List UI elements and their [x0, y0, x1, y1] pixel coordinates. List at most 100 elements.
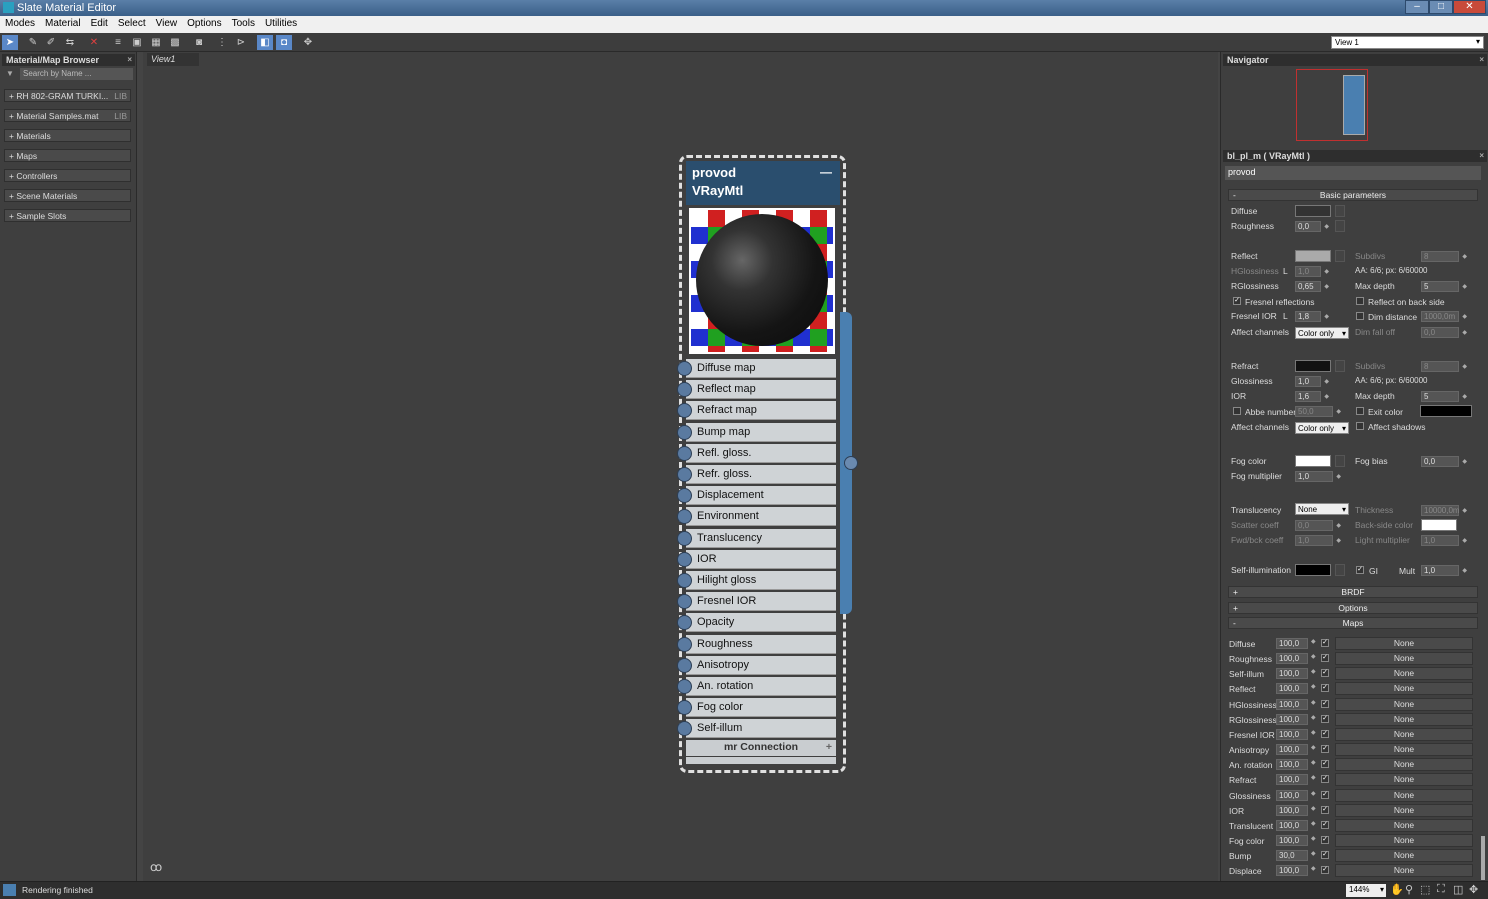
move-children-icon[interactable]: ▦ [148, 35, 164, 50]
map-slot-button[interactable]: None [1335, 652, 1473, 666]
map-amount-spinner[interactable]: 100,0 [1276, 638, 1308, 649]
split-icon[interactable]: ⋮ [214, 35, 230, 50]
map-amount-spinner[interactable]: 100,0 [1276, 819, 1308, 831]
fogmult-spinner[interactable]: 1,0 ◆ [1295, 471, 1341, 482]
map-amount-spinner[interactable]: 100,0 [1276, 804, 1308, 816]
map-enable-checkbox[interactable]: ✓ [1321, 790, 1329, 799]
ior-spinner[interactable]: 1,6 ◆ [1295, 391, 1329, 402]
translucency-select[interactable]: None ▾ [1295, 503, 1349, 515]
node-slot[interactable]: Roughness [686, 634, 836, 654]
binoculars-icon[interactable]: ꚙ [150, 860, 162, 874]
map-slot-button[interactable]: None [1335, 727, 1473, 741]
node-slot[interactable]: Fog color [686, 698, 836, 718]
map-enable-checkbox[interactable]: ✓ [1321, 760, 1329, 769]
spinner-arrows-icon[interactable]: ◆ [1311, 805, 1316, 812]
map-amount-spinner[interactable]: 100,0 [1276, 683, 1308, 695]
subdivs-spinner[interactable]: 8 ◆ [1421, 251, 1467, 262]
input-socket[interactable] [677, 361, 692, 376]
map-enable-checkbox[interactable]: ✓ [1321, 745, 1329, 754]
minimize-button[interactable]: – [1405, 0, 1429, 14]
node-resize-grip[interactable] [686, 757, 836, 764]
spinner-arrows-icon[interactable]: ◆ [1311, 714, 1316, 721]
selfillum-swatch[interactable] [1295, 564, 1331, 576]
search-input[interactable]: Search by Name ... [20, 68, 133, 80]
roughness-spinner[interactable]: 0,0 ◆ [1295, 221, 1329, 232]
browser-item[interactable]: + Material Samples.mat LIB [4, 109, 131, 122]
toggle-on-icon[interactable]: ◧ [257, 35, 273, 50]
map-slot-button[interactable]: None [1335, 788, 1473, 802]
node-slot[interactable]: Self-illum [686, 719, 836, 739]
affect-channels-select[interactable]: Color only ▾ [1295, 422, 1349, 434]
fresnel-ior-spinner[interactable]: 1,8 ◆ [1295, 311, 1329, 322]
input-socket[interactable] [677, 657, 692, 673]
gi-checkbox[interactable]: ✓ [1356, 566, 1364, 574]
map-amount-spinner[interactable]: 100,0 [1276, 774, 1308, 786]
scatter-spinner[interactable]: 0,0 ◆ [1295, 520, 1341, 531]
rgloss-spinner[interactable]: 0,65 ◆ [1295, 281, 1329, 292]
node-slot[interactable]: Translucency [686, 528, 836, 548]
menu-modes[interactable]: Modes [0, 16, 40, 31]
input-socket[interactable] [677, 636, 692, 652]
zoom-icon[interactable]: ⚲ [1405, 883, 1413, 896]
map-slot-button[interactable]: None [1335, 803, 1473, 817]
map-enable-checkbox[interactable]: ✓ [1321, 851, 1329, 860]
map-slot-button[interactable]: None [1335, 682, 1473, 696]
spinner-arrows-icon[interactable]: ◆ [1311, 774, 1316, 781]
affect-channels-select[interactable]: Color only ▾ [1295, 327, 1349, 339]
options-rollout[interactable]: + Options [1228, 602, 1478, 614]
fogcolor-map-button[interactable] [1335, 455, 1345, 467]
map-amount-spinner[interactable]: 100,0 [1276, 713, 1308, 725]
reflect-swatch[interactable] [1295, 250, 1331, 262]
abbe-checkbox[interactable] [1233, 407, 1241, 415]
map-slot-button[interactable]: None [1335, 849, 1473, 863]
exitcolor-swatch[interactable] [1420, 405, 1472, 417]
glossiness-spinner[interactable]: 1,0 ◆ [1295, 376, 1329, 387]
map-enable-checkbox[interactable]: ✓ [1321, 835, 1329, 844]
input-socket[interactable] [677, 467, 692, 482]
zoom-extents-icon[interactable]: ⛶ [1437, 883, 1445, 896]
filter-icon[interactable]: ▼ [6, 69, 14, 78]
map-enable-checkbox[interactable]: ✓ [1321, 820, 1329, 829]
selfillum-map-button[interactable] [1335, 564, 1345, 576]
nav-icon[interactable]: ✥ [300, 35, 316, 50]
diffuse-swatch[interactable] [1295, 205, 1331, 217]
input-socket[interactable] [677, 551, 692, 567]
node-slot[interactable]: Fresnel IOR [686, 592, 836, 612]
maximize-button[interactable]: □ [1429, 0, 1453, 14]
mr-connection-rollout[interactable]: mr Connection + [686, 740, 836, 756]
menu-select[interactable]: Select [113, 16, 151, 31]
maps-rollout[interactable]: - Maps [1228, 617, 1478, 629]
map-enable-checkbox[interactable]: ✓ [1321, 639, 1329, 647]
reflback-checkbox[interactable] [1356, 297, 1364, 305]
fogcolor-swatch[interactable] [1295, 455, 1331, 467]
input-socket[interactable] [677, 424, 692, 440]
spinner-arrows-icon[interactable]: ◆ [1311, 668, 1316, 675]
maxdepth-spinner[interactable]: 5 ◆ [1421, 281, 1467, 292]
node-slot[interactable]: Anisotropy [686, 655, 836, 675]
pan-to-selected-icon[interactable]: ✥ [1469, 883, 1478, 896]
input-socket[interactable] [677, 445, 692, 461]
spinner-arrows-icon[interactable]: ◆ [1311, 744, 1316, 751]
map-slot-button[interactable]: None [1335, 773, 1473, 787]
refract-swatch[interactable] [1295, 360, 1331, 372]
map-amount-spinner[interactable]: 100,0 [1276, 865, 1308, 877]
spinner-arrows-icon[interactable]: ◆ [1311, 638, 1316, 645]
fresnel-checkbox[interactable]: ✓ [1233, 297, 1241, 305]
input-socket[interactable] [677, 573, 692, 588]
lightmult-spinner[interactable]: 1,0 ◆ [1421, 535, 1467, 546]
backside-swatch[interactable] [1421, 519, 1457, 531]
map-slot-button[interactable]: None [1335, 667, 1473, 681]
input-socket[interactable] [677, 679, 692, 694]
map-amount-spinner[interactable]: 100,0 [1276, 698, 1308, 710]
node-slot[interactable]: IOR [686, 549, 836, 569]
dimfall-spinner[interactable]: 0,0 ◆ [1421, 327, 1467, 338]
exitcolor-checkbox[interactable] [1356, 407, 1364, 415]
map-amount-spinner[interactable]: 100,0 [1276, 728, 1308, 740]
menu-utilities[interactable]: Utilities [260, 16, 302, 31]
node-slot[interactable]: An. rotation [686, 677, 836, 696]
close-icon[interactable]: × [127, 55, 132, 64]
map-amount-spinner[interactable]: 100,0 [1276, 759, 1308, 771]
delete-icon[interactable]: ✕ [86, 35, 102, 50]
material-pick-icon[interactable]: ✐ [43, 35, 59, 50]
fwdbck-spinner[interactable]: 1,0 ◆ [1295, 535, 1341, 546]
